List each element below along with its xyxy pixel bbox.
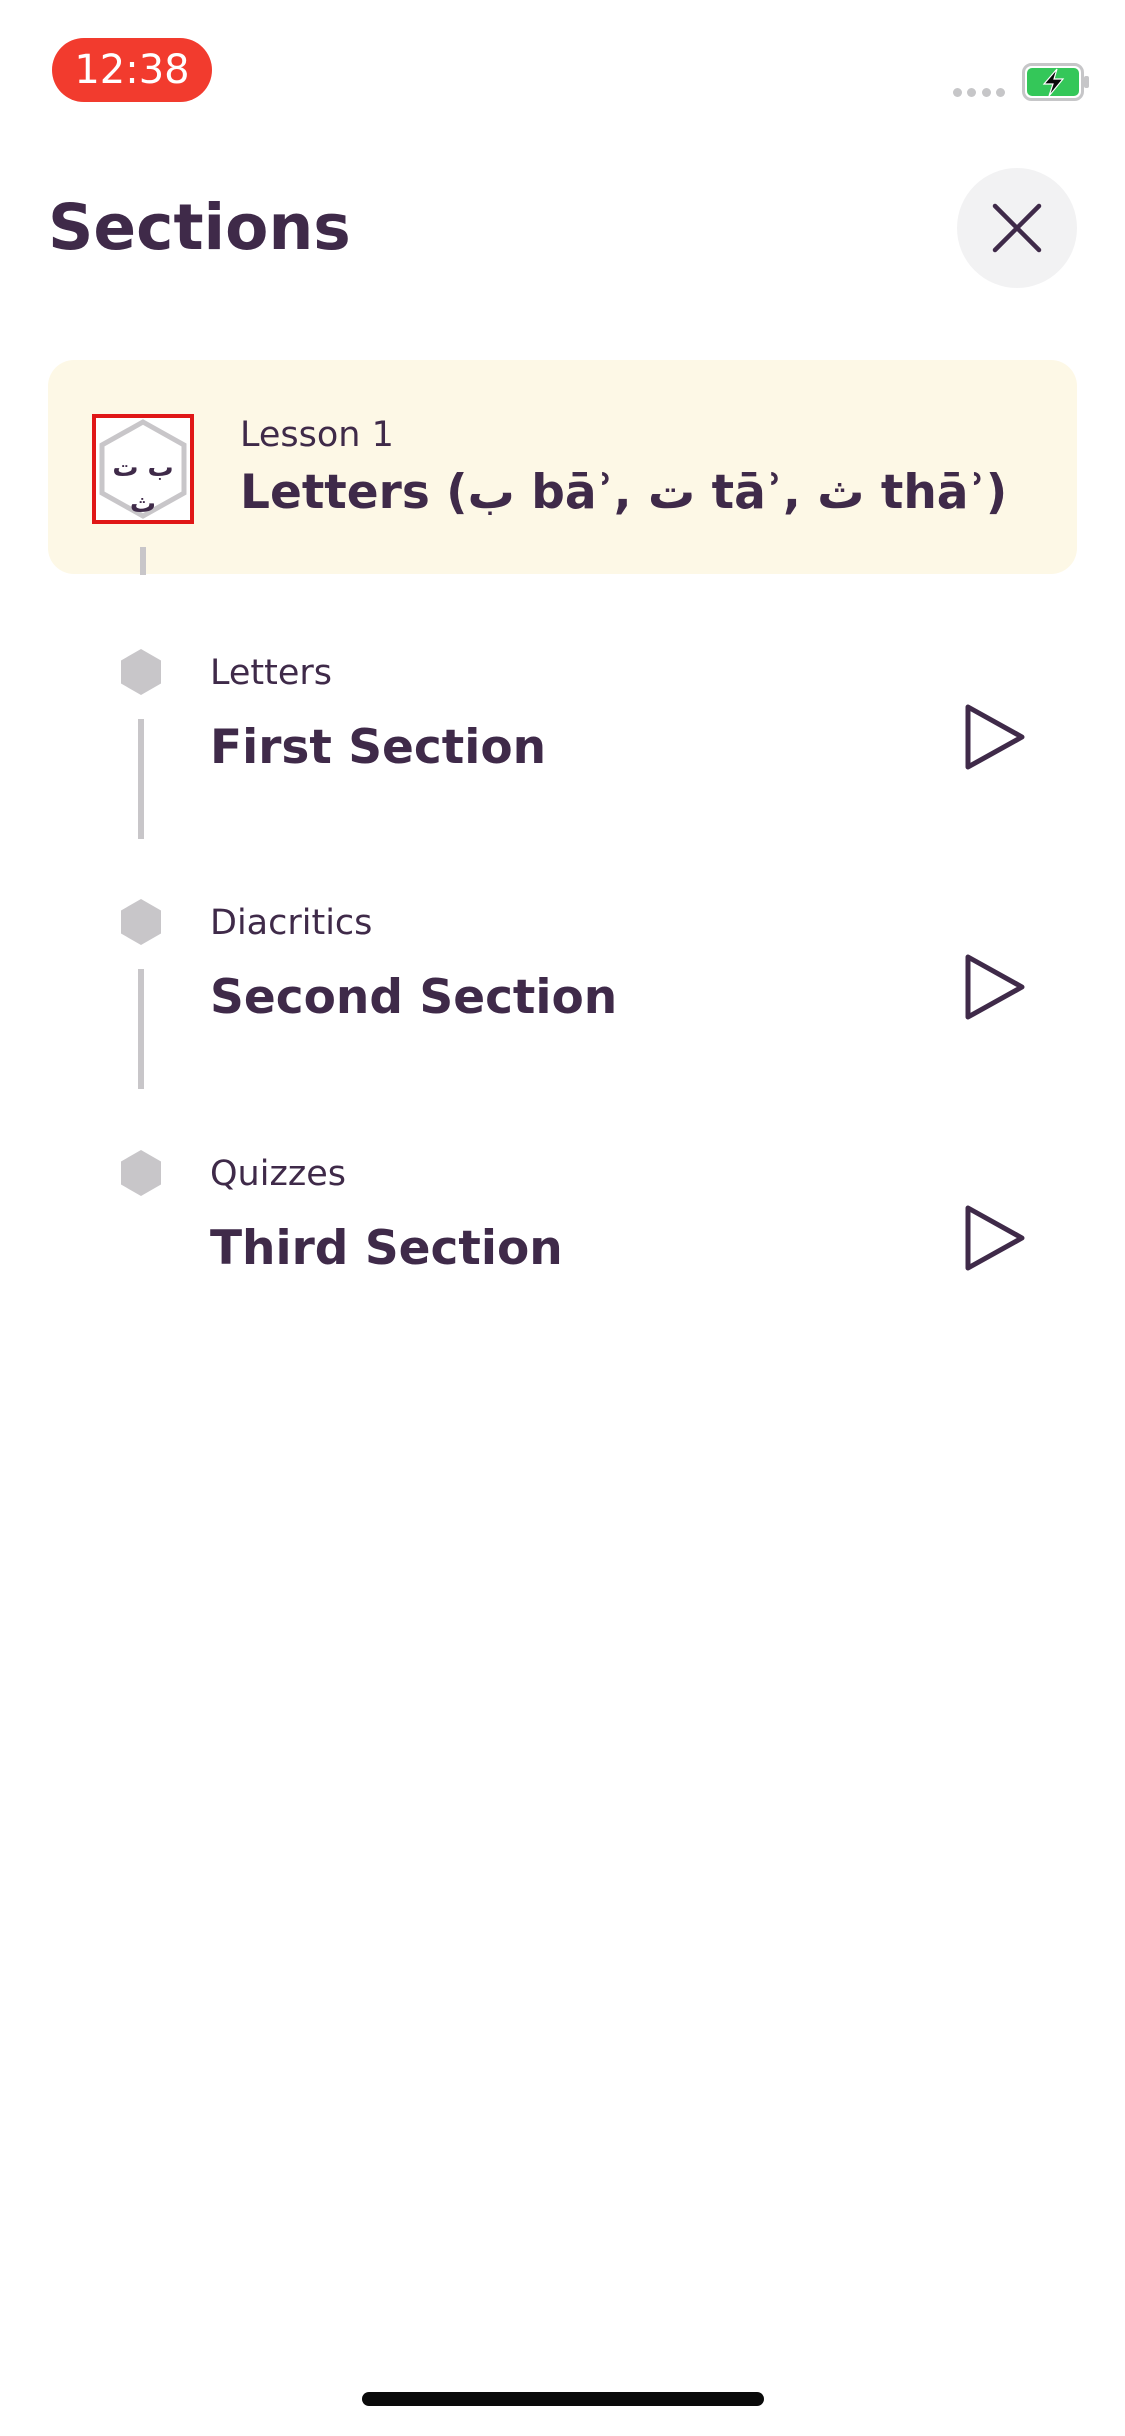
status-time: 12:38	[52, 38, 212, 102]
signal-icon	[953, 88, 1005, 98]
play-button[interactable]	[954, 1198, 1034, 1278]
timeline-connector	[140, 547, 146, 575]
lesson-badge: ب ت ث	[92, 414, 194, 524]
section-kicker: Quizzes	[210, 1154, 346, 1194]
close-button[interactable]	[957, 168, 1077, 288]
timeline-connector	[138, 969, 144, 1089]
play-button[interactable]	[954, 697, 1034, 777]
play-icon	[965, 954, 1025, 1020]
lesson-title: Letters (ب bāʾ, ت tāʾ, ث thāʾ)	[240, 465, 1008, 520]
section-kicker: Diacritics	[210, 903, 373, 943]
play-icon	[965, 704, 1025, 770]
section-hexagon-icon	[119, 648, 163, 696]
home-indicator[interactable]	[362, 2392, 764, 2406]
section-hexagon-icon	[119, 1149, 163, 1197]
play-icon	[965, 1205, 1025, 1271]
play-button[interactable]	[954, 947, 1034, 1027]
lesson-badge-text: ب ت ث	[112, 453, 174, 519]
page-title: Sections	[48, 191, 351, 264]
section-title[interactable]: First Section	[210, 718, 546, 778]
close-icon	[992, 203, 1042, 253]
battery-charging-icon	[1022, 63, 1090, 101]
lesson-kicker: Lesson 1	[240, 415, 394, 455]
timeline-connector	[138, 719, 144, 839]
section-title[interactable]: Third Section	[210, 1219, 563, 1279]
section-hexagon-icon	[119, 898, 163, 946]
section-kicker: Letters	[210, 653, 333, 693]
section-title[interactable]: Second Section	[210, 968, 617, 1028]
